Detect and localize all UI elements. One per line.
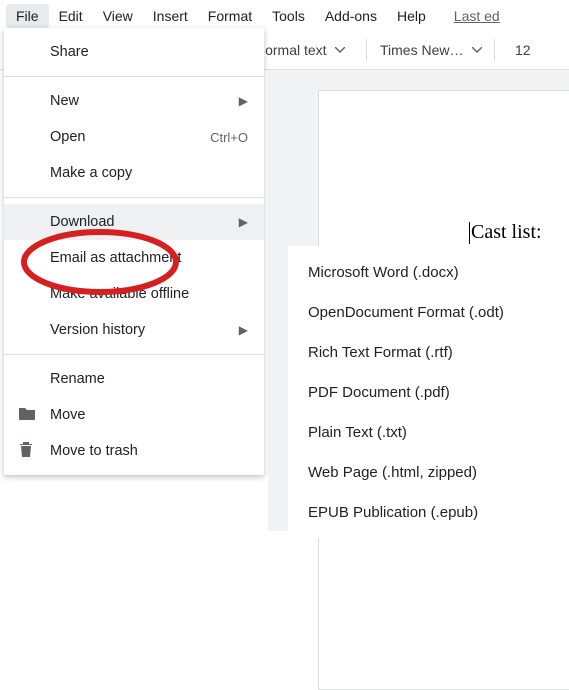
file-menu-rename[interactable]: Rename	[4, 361, 264, 397]
chevron-down-icon	[472, 47, 482, 53]
toolbar-separator	[366, 39, 367, 61]
paragraph-style-select[interactable]: Normal text	[255, 42, 345, 58]
menu-file-label: File	[16, 8, 39, 24]
file-menu-move[interactable]: Move	[4, 397, 264, 433]
toolbar-separator	[494, 39, 495, 61]
download-epub-label: EPUB Publication (.epub)	[308, 504, 478, 521]
folder-icon	[18, 405, 36, 425]
download-docx[interactable]: Microsoft Word (.docx)	[288, 252, 568, 292]
menu-insert[interactable]: Insert	[143, 4, 198, 28]
last-edit-label: Last ed	[454, 8, 500, 24]
download-pdf[interactable]: PDF Document (.pdf)	[288, 372, 568, 412]
file-menu-new-label: New	[50, 93, 239, 109]
menu-divider	[4, 354, 264, 355]
file-menu-open-shortcut: Ctrl+O	[210, 130, 248, 145]
menu-divider	[4, 76, 264, 77]
download-html[interactable]: Web Page (.html, zipped)	[288, 452, 568, 492]
file-menu-download-label: Download	[50, 214, 239, 230]
file-menu-rename-label: Rename	[50, 371, 248, 387]
menu-tools-label: Tools	[272, 8, 305, 24]
file-menu-share[interactable]: Share	[4, 34, 264, 70]
document-text: Cast list:	[471, 221, 542, 243]
menu-insert-label: Insert	[153, 8, 188, 24]
file-menu-open[interactable]: Open Ctrl+O	[4, 119, 264, 155]
file-menu-make-available-offline-label: Make available offline	[50, 286, 248, 302]
file-menu-version-history-label: Version history	[50, 322, 239, 338]
file-menu-make-copy[interactable]: Make a copy	[4, 155, 264, 191]
download-odt[interactable]: OpenDocument Format (.odt)	[288, 292, 568, 332]
menu-tools[interactable]: Tools	[262, 4, 315, 28]
file-menu-move-label: Move	[50, 407, 248, 423]
download-submenu: Microsoft Word (.docx) OpenDocument Form…	[288, 246, 568, 538]
file-menu-move-to-trash-label: Move to trash	[50, 443, 248, 459]
file-menu-dropdown: Share New ▶ Open Ctrl+O Make a copy Down…	[4, 28, 264, 475]
download-odt-label: OpenDocument Format (.odt)	[308, 304, 504, 321]
font-size-value: 12	[515, 42, 531, 58]
font-family-select[interactable]: Times New…	[380, 42, 482, 58]
file-menu-open-label: Open	[50, 129, 210, 145]
download-docx-label: Microsoft Word (.docx)	[308, 264, 459, 281]
menu-edit-label: Edit	[59, 8, 83, 24]
file-menu-email-attachment[interactable]: Email as attachment	[4, 240, 264, 276]
menu-format[interactable]: Format	[198, 4, 262, 28]
menu-addons[interactable]: Add-ons	[315, 4, 387, 28]
chevron-right-icon: ▶	[239, 94, 248, 108]
file-menu-make-copy-label: Make a copy	[50, 165, 248, 181]
menu-addons-label: Add-ons	[325, 8, 377, 24]
text-cursor	[469, 222, 470, 244]
file-menu-share-label: Share	[50, 44, 248, 60]
download-rtf-label: Rich Text Format (.rtf)	[308, 344, 453, 361]
paragraph-style-label: Normal text	[255, 42, 327, 58]
file-menu-new[interactable]: New ▶	[4, 83, 264, 119]
menu-format-label: Format	[208, 8, 252, 24]
download-pdf-label: PDF Document (.pdf)	[308, 384, 450, 401]
menu-view[interactable]: View	[93, 4, 143, 28]
menu-view-label: View	[103, 8, 133, 24]
trash-icon	[18, 440, 34, 462]
file-menu-version-history[interactable]: Version history ▶	[4, 312, 264, 348]
last-edit-link[interactable]: Last ed	[454, 8, 500, 24]
menu-divider	[4, 197, 264, 198]
chevron-right-icon: ▶	[239, 323, 248, 337]
file-menu-download[interactable]: Download ▶	[4, 204, 264, 240]
chevron-down-icon	[335, 47, 345, 53]
file-menu-make-available-offline[interactable]: Make available offline	[4, 276, 264, 312]
file-menu-email-attachment-label: Email as attachment	[50, 250, 248, 266]
menu-help-label: Help	[397, 8, 426, 24]
font-size-field[interactable]: 12	[515, 42, 531, 58]
menu-edit[interactable]: Edit	[49, 4, 93, 28]
download-txt[interactable]: Plain Text (.txt)	[288, 412, 568, 452]
menu-help[interactable]: Help	[387, 4, 436, 28]
download-txt-label: Plain Text (.txt)	[308, 424, 407, 441]
download-rtf[interactable]: Rich Text Format (.rtf)	[288, 332, 568, 372]
menu-file[interactable]: File	[6, 4, 49, 28]
file-menu-move-to-trash[interactable]: Move to trash	[4, 433, 264, 469]
font-family-label: Times New…	[380, 42, 464, 58]
download-epub[interactable]: EPUB Publication (.epub)	[288, 492, 568, 532]
chevron-right-icon: ▶	[239, 215, 248, 229]
download-html-label: Web Page (.html, zipped)	[308, 464, 477, 481]
